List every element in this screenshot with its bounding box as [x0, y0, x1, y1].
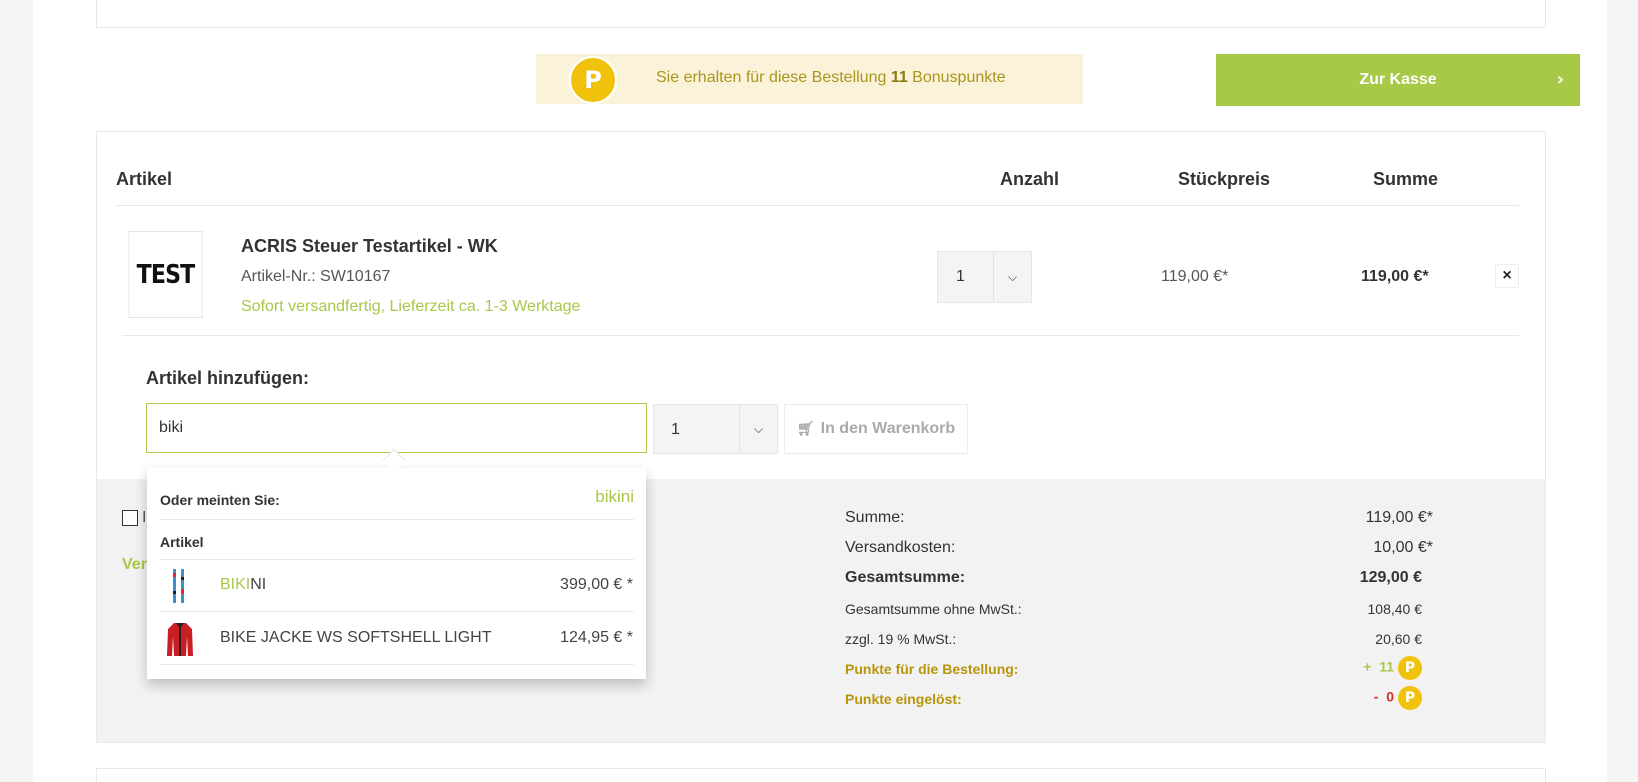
- summe-label: Summe:: [845, 509, 905, 526]
- product-number: Artikel-Nr.: SW10167: [241, 268, 391, 285]
- header-article: Artikel: [116, 169, 173, 189]
- versand-label: Versandkosten:: [845, 539, 956, 556]
- jacket-product-image: [167, 623, 193, 656]
- unit-price: 119,00 €*: [1161, 268, 1229, 285]
- checkout-button[interactable]: Zur Kasse ›: [1216, 54, 1580, 106]
- add-article-label: Artikel hinzufügen:: [146, 368, 309, 388]
- top-panel: [96, 0, 1546, 28]
- articles-section-label: Artikel: [160, 534, 204, 550]
- points-redeemed-number: 0: [1386, 688, 1394, 705]
- product-thumbnail[interactable]: TEST: [128, 231, 203, 318]
- versand-value: 10,00 €*: [1373, 539, 1433, 556]
- did-you-mean-label: Oder meinten Sie:: [160, 492, 280, 508]
- dropdown-divider: [160, 664, 634, 665]
- remove-item-button[interactable]: ×: [1495, 264, 1519, 288]
- item-divider: [122, 335, 1519, 336]
- shipping-link[interactable]: Ver: [122, 556, 147, 574]
- bonus-text-after: Bonuspunkte: [907, 69, 1006, 86]
- cart-icon: 🛒︎: [796, 421, 815, 437]
- delivery-status: Sofort versandfertig, Lieferzeit ca. 1-3…: [241, 298, 581, 315]
- netto-value: 108,40 €: [1367, 601, 1423, 617]
- quantity-select[interactable]: 1 ⌵: [937, 251, 1032, 303]
- points-icon: P: [1398, 656, 1422, 680]
- summe-value: 119,00 €*: [1365, 509, 1433, 526]
- header-sum: Summe: [1373, 169, 1439, 189]
- result-name-rest: NI: [250, 576, 267, 593]
- page: P Sie erhalten für diese Bestellung 11 B…: [33, 0, 1607, 782]
- gesamt-label: Gesamtsumme:: [845, 569, 966, 586]
- points-redeemed-value: - 0P: [1374, 686, 1422, 710]
- mwst-label: zzgl. 19 % MwSt.:: [845, 631, 957, 647]
- header-quantity: Anzahl: [1000, 169, 1060, 189]
- header-unit-price: Stückpreis: [1178, 169, 1271, 189]
- chevron-right-icon: ›: [1556, 69, 1564, 90]
- mwst-value: 20,60 €: [1375, 631, 1422, 647]
- result-price: 399,00 € *: [560, 576, 633, 593]
- bonus-points-icon: P: [569, 56, 617, 104]
- bottom-panel: [96, 768, 1546, 782]
- points-minus-sign: -: [1373, 688, 1379, 705]
- terms-text: I: [142, 509, 147, 526]
- header-divider: [116, 205, 1519, 206]
- add-quantity-select[interactable]: 1 ⌵: [653, 404, 778, 454]
- bikini-product-image: [173, 569, 184, 603]
- result-name: BIKINI: [220, 576, 266, 594]
- points-order-label: Punkte für die Bestellung:: [845, 661, 1019, 677]
- bonus-text-before: Sie erhalten für diese Bestellung: [656, 69, 891, 86]
- line-sum: 119,00 €*: [1361, 268, 1429, 285]
- add-quantity-value: 1: [671, 421, 680, 438]
- points-order-value: + 11 P: [1363, 656, 1422, 680]
- points-icon: P: [1398, 686, 1422, 710]
- points-order-number: 11: [1379, 658, 1394, 675]
- result-name-rest: BIKE JACKE WS SOFTSHELL LIGHT: [220, 629, 492, 646]
- result-name: BIKE JACKE WS SOFTSHELL LIGHT: [220, 629, 491, 647]
- points-redeemed-label: Punkte eingelöst:: [845, 691, 962, 707]
- dropdown-divider: [160, 559, 634, 560]
- dropdown-divider: [160, 519, 634, 520]
- bonus-points-value: 11: [890, 69, 908, 86]
- search-suggestions-dropdown: Oder meinten Sie: bikini Artikel BIKINI …: [147, 468, 646, 679]
- gesamt-value: 129,00 €: [1359, 569, 1422, 586]
- netto-label: Gesamtsumme ohne MwSt.:: [845, 601, 1022, 617]
- suggestion-link[interactable]: bikini: [595, 487, 634, 507]
- chevron-down-icon: ⌵: [739, 405, 777, 453]
- quantity-value: 1: [956, 268, 965, 285]
- result-price: 124,95 € *: [560, 629, 633, 646]
- result-name-highlight: BIKI: [220, 576, 251, 593]
- product-name[interactable]: ACRIS Steuer Testartikel - WK: [241, 236, 498, 257]
- points-plus-sign: +: [1363, 658, 1372, 675]
- checkout-label: Zur Kasse: [1359, 71, 1437, 88]
- dropdown-divider: [160, 611, 634, 612]
- add-to-cart-label: In den Warenkorb: [820, 420, 956, 437]
- bonus-text: Sie erhalten für diese Bestellung 11 Bon…: [656, 69, 1006, 87]
- article-search-input[interactable]: [146, 403, 647, 453]
- terms-checkbox[interactable]: [122, 510, 138, 526]
- chevron-down-icon: ⌵: [993, 252, 1031, 302]
- add-to-cart-button[interactable]: 🛒︎ In den Warenkorb: [784, 404, 968, 454]
